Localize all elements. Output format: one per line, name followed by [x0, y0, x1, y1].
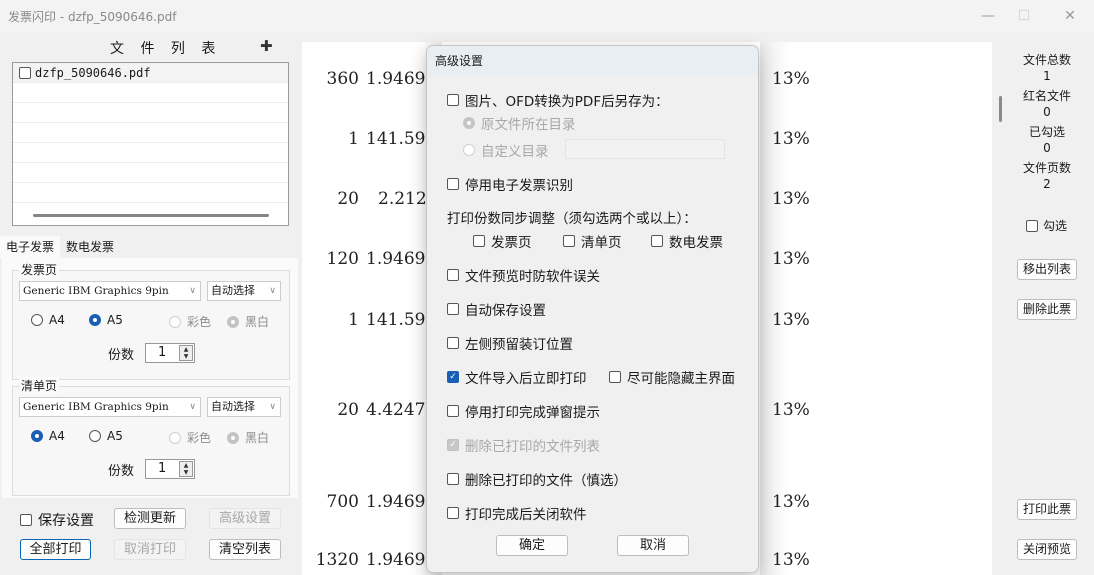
tab-electronic-invoice[interactable]: 电子发票: [0, 236, 61, 258]
preview-price: 4.4247: [366, 400, 426, 420]
radio-a4[interactable]: A4: [31, 429, 65, 443]
radio-bw[interactable]: 黑白: [227, 429, 269, 446]
dir-original-radio[interactable]: 原文件所在目录: [463, 113, 576, 133]
radio-color[interactable]: 彩色: [169, 429, 211, 446]
radio-color[interactable]: 彩色: [169, 313, 211, 330]
preview-qty: 20: [337, 189, 359, 209]
advanced-settings-button[interactable]: 高级设置: [209, 508, 281, 529]
invoice-page-group: 发票页 Generic IBM Graphics 9pin ∨ 自动选择 ∨ A4 …: [12, 261, 290, 380]
print-invoice-button[interactable]: 打印此票: [1017, 499, 1077, 520]
spin-arrows-icon[interactable]: ▲ ▼: [179, 345, 193, 361]
disable-popup-checkbox[interactable]: 停用打印完成弹窗提示: [447, 401, 600, 421]
window-title: 发票闪印 - dzfp_5090646.pdf: [8, 10, 177, 24]
preview-qty: 1: [348, 129, 359, 149]
dialog-title: 高级设置: [427, 46, 758, 76]
sync-list-checkbox[interactable]: 清单页: [563, 231, 622, 251]
preview-price: 2.212: [378, 189, 427, 209]
radio-a4[interactable]: A4: [31, 313, 65, 327]
printer-select[interactable]: Generic IBM Graphics 9pin ∨: [19, 397, 201, 417]
cancel-print-button[interactable]: 取消打印: [114, 539, 186, 560]
close-button[interactable]: ✕: [1052, 4, 1088, 28]
total-files-value: 1: [1043, 69, 1051, 83]
pages-value: 2: [1043, 177, 1051, 191]
invoice-type-tabs: 电子发票 数电发票: [0, 236, 120, 258]
file-name: dzfp_5090646.pdf: [35, 65, 151, 80]
copies-spinner[interactable]: 1 ▲ ▼: [145, 343, 195, 363]
pages-label: 文件页数: [1022, 161, 1071, 175]
copies-label: 份数: [108, 348, 135, 363]
check-icon: ✓: [447, 439, 459, 451]
remove-from-list-button[interactable]: 移出列表: [1017, 259, 1077, 280]
preview-price: 1.9469: [366, 249, 426, 269]
preview-price: 1.9469: [366, 550, 426, 570]
ok-button[interactable]: 确定: [496, 535, 568, 556]
printer-select[interactable]: Generic IBM Graphics 9pin ∨: [19, 281, 201, 301]
custom-dir-input[interactable]: [565, 139, 725, 159]
red-files-label: 红名文件: [1022, 89, 1071, 103]
binding-margin-checkbox[interactable]: 左侧预留装订位置: [447, 333, 573, 353]
preview-qty: 1: [348, 310, 359, 330]
hide-main-checkbox[interactable]: 尽可能隐藏主界面: [609, 367, 735, 387]
horizontal-scrollbar[interactable]: [33, 214, 269, 217]
auto-save-checkbox[interactable]: 自动保存设置: [447, 299, 546, 319]
save-as-pdf-checkbox[interactable]: 图片、OFD转换为PDF后另存为：: [447, 90, 669, 110]
red-files-value: 0: [1043, 105, 1051, 119]
cancel-button[interactable]: 取消: [617, 535, 689, 556]
group-label: 发票页: [19, 261, 60, 278]
delete-invoice-button[interactable]: 删除此票: [1017, 299, 1077, 320]
chevron-down-icon: ∨: [269, 286, 276, 296]
save-settings-checkbox[interactable]: 保存设置: [20, 510, 94, 530]
disable-recognition-checkbox[interactable]: 停用电子发票识别: [447, 174, 573, 194]
radio-a5[interactable]: A5: [89, 313, 123, 327]
tray-select[interactable]: 自动选择 ∨: [207, 397, 281, 417]
close-preview-button[interactable]: 关闭预览: [1017, 539, 1077, 560]
title-bar: 发票闪印 - dzfp_5090646.pdf — ☐ ✕: [0, 0, 1094, 32]
print-on-import-checkbox[interactable]: ✓ 文件导入后立即打印: [447, 367, 587, 387]
preview-qty: 120: [326, 249, 359, 269]
delete-files-checkbox[interactable]: 删除已打印的文件（慎选）: [447, 469, 627, 489]
close-after-checkbox[interactable]: 打印完成后关闭软件: [447, 503, 587, 523]
advanced-settings-dialog: 高级设置 图片、OFD转换为PDF后另存为： 原文件所在目录 自定义目录 停用电…: [426, 45, 759, 573]
chevron-down-icon: ∨: [189, 402, 196, 412]
minimize-button[interactable]: —: [970, 4, 1006, 28]
preview-price: 1.9469: [366, 69, 426, 89]
sync-copies-label: 打印份数同步调整（须勾选两个或以上）：: [447, 211, 697, 227]
check-icon: ✓: [447, 371, 459, 383]
file-checkbox[interactable]: [19, 66, 31, 79]
print-all-button[interactable]: 全部打印: [20, 539, 91, 560]
chevron-down-icon: ∨: [189, 286, 196, 296]
list-item[interactable]: dzfp_5090646.pdf: [13, 63, 288, 83]
file-list-title: 文 件 列 表: [110, 41, 222, 57]
list-page-group: 清单页 Generic IBM Graphics 9pin ∨ 自动选择 ∨ A4 …: [12, 377, 290, 496]
sync-digital-checkbox[interactable]: 数电发票: [651, 231, 723, 251]
tab-pane: 发票页 Generic IBM Graphics 9pin ∨ 自动选择 ∨ A4 …: [2, 258, 298, 498]
preview-qty: 700: [326, 492, 359, 512]
clear-list-button[interactable]: 清空列表: [209, 539, 281, 560]
group-label: 清单页: [19, 377, 60, 394]
file-list[interactable]: dzfp_5090646.pdf: [12, 62, 289, 226]
copies-label: 份数: [108, 464, 135, 479]
radio-a5[interactable]: A5: [89, 429, 123, 443]
check-update-button[interactable]: 检测更新: [114, 508, 186, 529]
checked-label: 已勾选: [1028, 125, 1065, 139]
tray-select[interactable]: 自动选择 ∨: [207, 281, 281, 301]
dir-custom-radio[interactable]: 自定义目录: [463, 140, 549, 160]
radio-bw[interactable]: 黑白: [227, 313, 269, 330]
preview-price: 1.9469: [366, 492, 426, 512]
preview-qty: 20: [337, 400, 359, 420]
tab-digital-invoice[interactable]: 数电发票: [60, 236, 120, 258]
copies-spinner[interactable]: 1 ▲ ▼: [145, 459, 195, 479]
sync-invoice-checkbox[interactable]: 发票页: [473, 231, 532, 251]
delete-list-checkbox[interactable]: ✓ 删除已打印的文件列表: [447, 435, 600, 455]
preview-qty: 360: [326, 69, 359, 89]
checked-value: 0: [1043, 141, 1051, 155]
total-files-label: 文件总数: [1022, 53, 1071, 67]
maximize-button[interactable]: ☐: [1006, 4, 1042, 28]
chevron-down-icon: ∨: [269, 402, 276, 412]
prevent-close-checkbox[interactable]: 文件预览时防软件误关: [447, 265, 600, 285]
select-checkbox[interactable]: 勾选: [1026, 217, 1067, 234]
plus-icon[interactable]: ✚: [260, 37, 273, 55]
spin-arrows-icon[interactable]: ▲ ▼: [179, 461, 193, 477]
preview-qty: 1320: [315, 550, 359, 570]
